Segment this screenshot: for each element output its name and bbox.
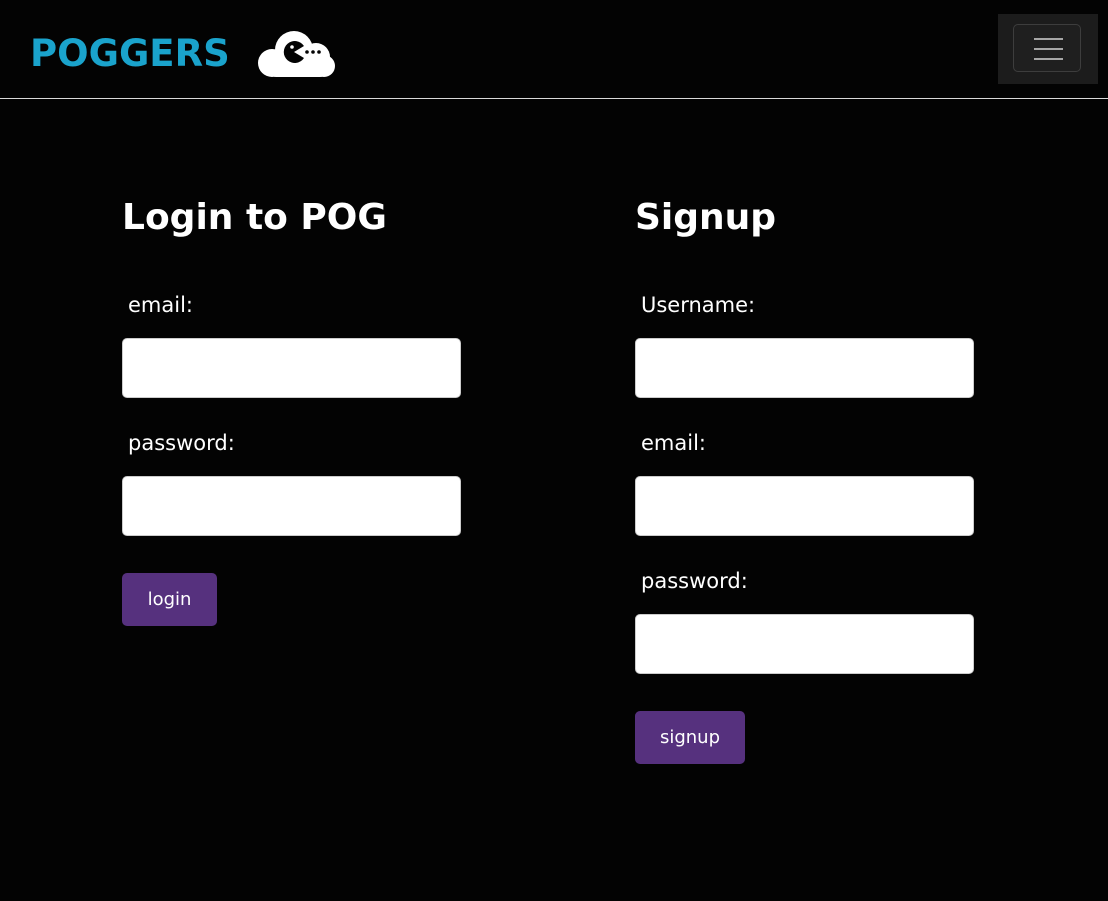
login-password-label: password: (128, 431, 235, 455)
login-password-input[interactable] (122, 476, 461, 536)
brand-link[interactable]: POGGERS (30, 28, 336, 80)
login-button[interactable]: login (122, 573, 217, 626)
login-email-label: email: (128, 293, 193, 317)
signup-email-label: email: (641, 431, 706, 455)
cloud-pacman-icon (257, 31, 335, 77)
signup-button[interactable]: signup (635, 711, 745, 764)
navbar-toggler-container (998, 14, 1098, 84)
signup-email-input[interactable] (635, 476, 974, 536)
signup-password-input[interactable] (635, 614, 974, 674)
login-form: Login to POG email: password: login (122, 190, 461, 626)
signup-password-label: password: (641, 569, 748, 593)
hamburger-menu-button[interactable] (1013, 24, 1081, 72)
signup-username-input[interactable] (635, 338, 974, 398)
brand-name: POGGERS (30, 32, 230, 75)
signup-username-label: Username: (641, 293, 756, 317)
login-email-input[interactable] (122, 338, 461, 398)
navbar: POGGERS (0, 0, 1108, 99)
signup-title: Signup (635, 197, 777, 238)
login-title: Login to POG (122, 197, 387, 238)
signup-form: Signup Username: email: password: signup (635, 190, 974, 764)
